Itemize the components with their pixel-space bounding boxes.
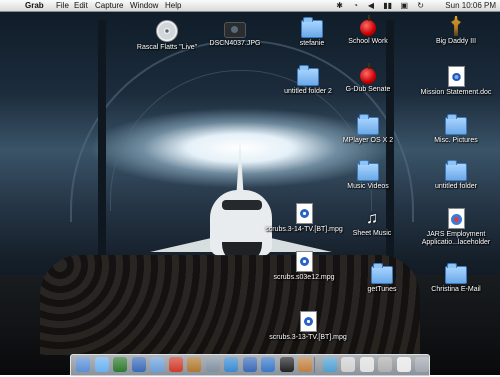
desktop-icon-label: G-Dub Senate [345, 86, 391, 93]
desktop[interactable]: Rascal Flatts "Live" DSCN4037.JPG stefan… [0, 0, 500, 375]
menu-capture[interactable]: Capture [95, 0, 123, 11]
desktop-icon-label: scrubs.s03e12.mpg [273, 274, 335, 281]
menu-window[interactable]: Window [130, 0, 158, 11]
desktop-icon-untitled-folder[interactable]: untitled folder [411, 160, 500, 191]
dock-preview-icon[interactable] [341, 357, 355, 372]
volume-icon[interactable]: ◀ [368, 0, 374, 11]
mpeg-icon [295, 251, 313, 272]
desktop-icon-label: Sheet Music [352, 230, 392, 237]
desktop-icon-mission-statement[interactable]: Mission Statement.doc [411, 66, 500, 97]
dock-itunes-music-icon[interactable] [242, 357, 257, 372]
desktop-icon-label: Big Daddy III [435, 38, 477, 45]
desktop-icon-scrubs-3-13[interactable]: scrubs.3-13-TV.[BT].mpg [263, 311, 353, 342]
wallpaper-pillar-left [98, 20, 106, 280]
dock-app-store-icon[interactable] [224, 357, 238, 372]
menu-bar: Grab File Edit Capture Window Help ✱ ◔ ◀… [0, 0, 500, 12]
folder-icon [445, 263, 467, 284]
battery-icon[interactable]: ▮▮ [383, 0, 392, 11]
dock-ichat-icon[interactable] [113, 357, 127, 372]
sync-icon[interactable]: ↻ [417, 0, 424, 11]
desktop-icon-label: JARS Employment Applicatio...laceholder [421, 231, 491, 246]
folder-icon [357, 114, 379, 135]
folder-icon [445, 160, 467, 181]
menu-help[interactable]: Help [165, 0, 181, 11]
cd-icon [156, 20, 178, 42]
mpeg-icon [295, 203, 313, 224]
apple-icon [360, 63, 376, 84]
desktop-icon-label: untitled folder [434, 183, 478, 190]
desktop-icon-label: scrubs.3-13-TV.[BT].mpg [269, 334, 347, 341]
desktop-icon-g-dub-senate[interactable]: G-Dub Senate [323, 63, 413, 94]
shuttle-wing-right [262, 236, 332, 252]
desktop-icon-label: MPlayer OS X 2 [342, 137, 394, 144]
wallpaper-pillar-right [386, 20, 394, 280]
desktop-icon-label: Music Videos [347, 183, 389, 190]
dock-photo-icon[interactable] [298, 357, 312, 372]
desktop-icon-mplayer[interactable]: MPlayer OS X 2 [323, 114, 413, 145]
dock-ical-icon[interactable] [168, 357, 183, 372]
dock-separator [314, 357, 315, 373]
dock-itunes-icon[interactable] [131, 357, 146, 372]
dock-app4-icon[interactable] [396, 357, 411, 372]
dock-folder-docs-icon[interactable] [415, 357, 429, 372]
desktop-icon-christina-email[interactable]: Christina E-Mail [411, 263, 500, 294]
desktop-icon-sheet-music[interactable]: ♫ Sheet Music [327, 210, 417, 238]
folder-icon [301, 17, 323, 38]
menu-app-name[interactable]: Grab [25, 0, 44, 11]
mpeg-icon [299, 311, 317, 332]
dock-app2-icon[interactable] [359, 357, 374, 372]
menu-file[interactable]: File [56, 0, 69, 11]
bluetooth-icon[interactable]: ✱ [336, 0, 343, 11]
desktop-icon-big-daddy[interactable]: Big Daddy III [411, 16, 500, 46]
figure-icon [451, 16, 461, 36]
shuttle-cockpit [222, 200, 262, 210]
dock-app3-icon[interactable] [378, 357, 392, 372]
folder-icon [371, 263, 393, 284]
menu-edit[interactable]: Edit [74, 0, 88, 11]
desktop-icon-label: School Work [348, 38, 388, 45]
dock-terminal-icon[interactable] [279, 357, 294, 372]
desktop-icon-music-videos[interactable]: Music Videos [323, 160, 413, 191]
camera-icon [224, 22, 246, 38]
desktop-icon-jars-employment[interactable]: JARS Employment Applicatio...laceholder [411, 208, 500, 247]
dock-system-preferences-icon[interactable] [205, 357, 220, 372]
folder-icon [297, 65, 319, 86]
web-doc-icon [447, 208, 465, 229]
dock-finder-icon[interactable] [76, 357, 90, 372]
dock-app-icon[interactable] [322, 357, 337, 372]
dock-quicktime-icon[interactable] [261, 357, 275, 372]
desktop-icon-label: Christina E-Mail [431, 286, 481, 293]
desktop-icon-label: Mission Statement.doc [420, 89, 492, 96]
display-icon[interactable]: ▣ [400, 0, 408, 11]
desktop-icon-misc-pictures[interactable]: Misc. Pictures [411, 114, 500, 145]
desktop-icon-scrubs-s03e12[interactable]: scrubs.s03e12.mpg [259, 251, 349, 282]
desktop-icon-label: Misc. Pictures [434, 137, 478, 144]
menu-clock[interactable]: Sun 10:06 PM [445, 0, 496, 11]
music-icon: ♫ [366, 210, 378, 227]
dock [70, 354, 430, 377]
apple-icon [360, 15, 376, 36]
wifi-icon[interactable]: ◔ [353, 0, 358, 11]
dock-safari-icon[interactable] [150, 357, 164, 372]
dock-address-book-icon[interactable] [187, 357, 201, 372]
dock-mail-icon[interactable] [94, 357, 109, 372]
folder-icon [357, 160, 379, 181]
folder-icon [445, 114, 467, 135]
doc-icon [447, 66, 465, 87]
desktop-icon-school-work[interactable]: School Work [323, 15, 413, 46]
